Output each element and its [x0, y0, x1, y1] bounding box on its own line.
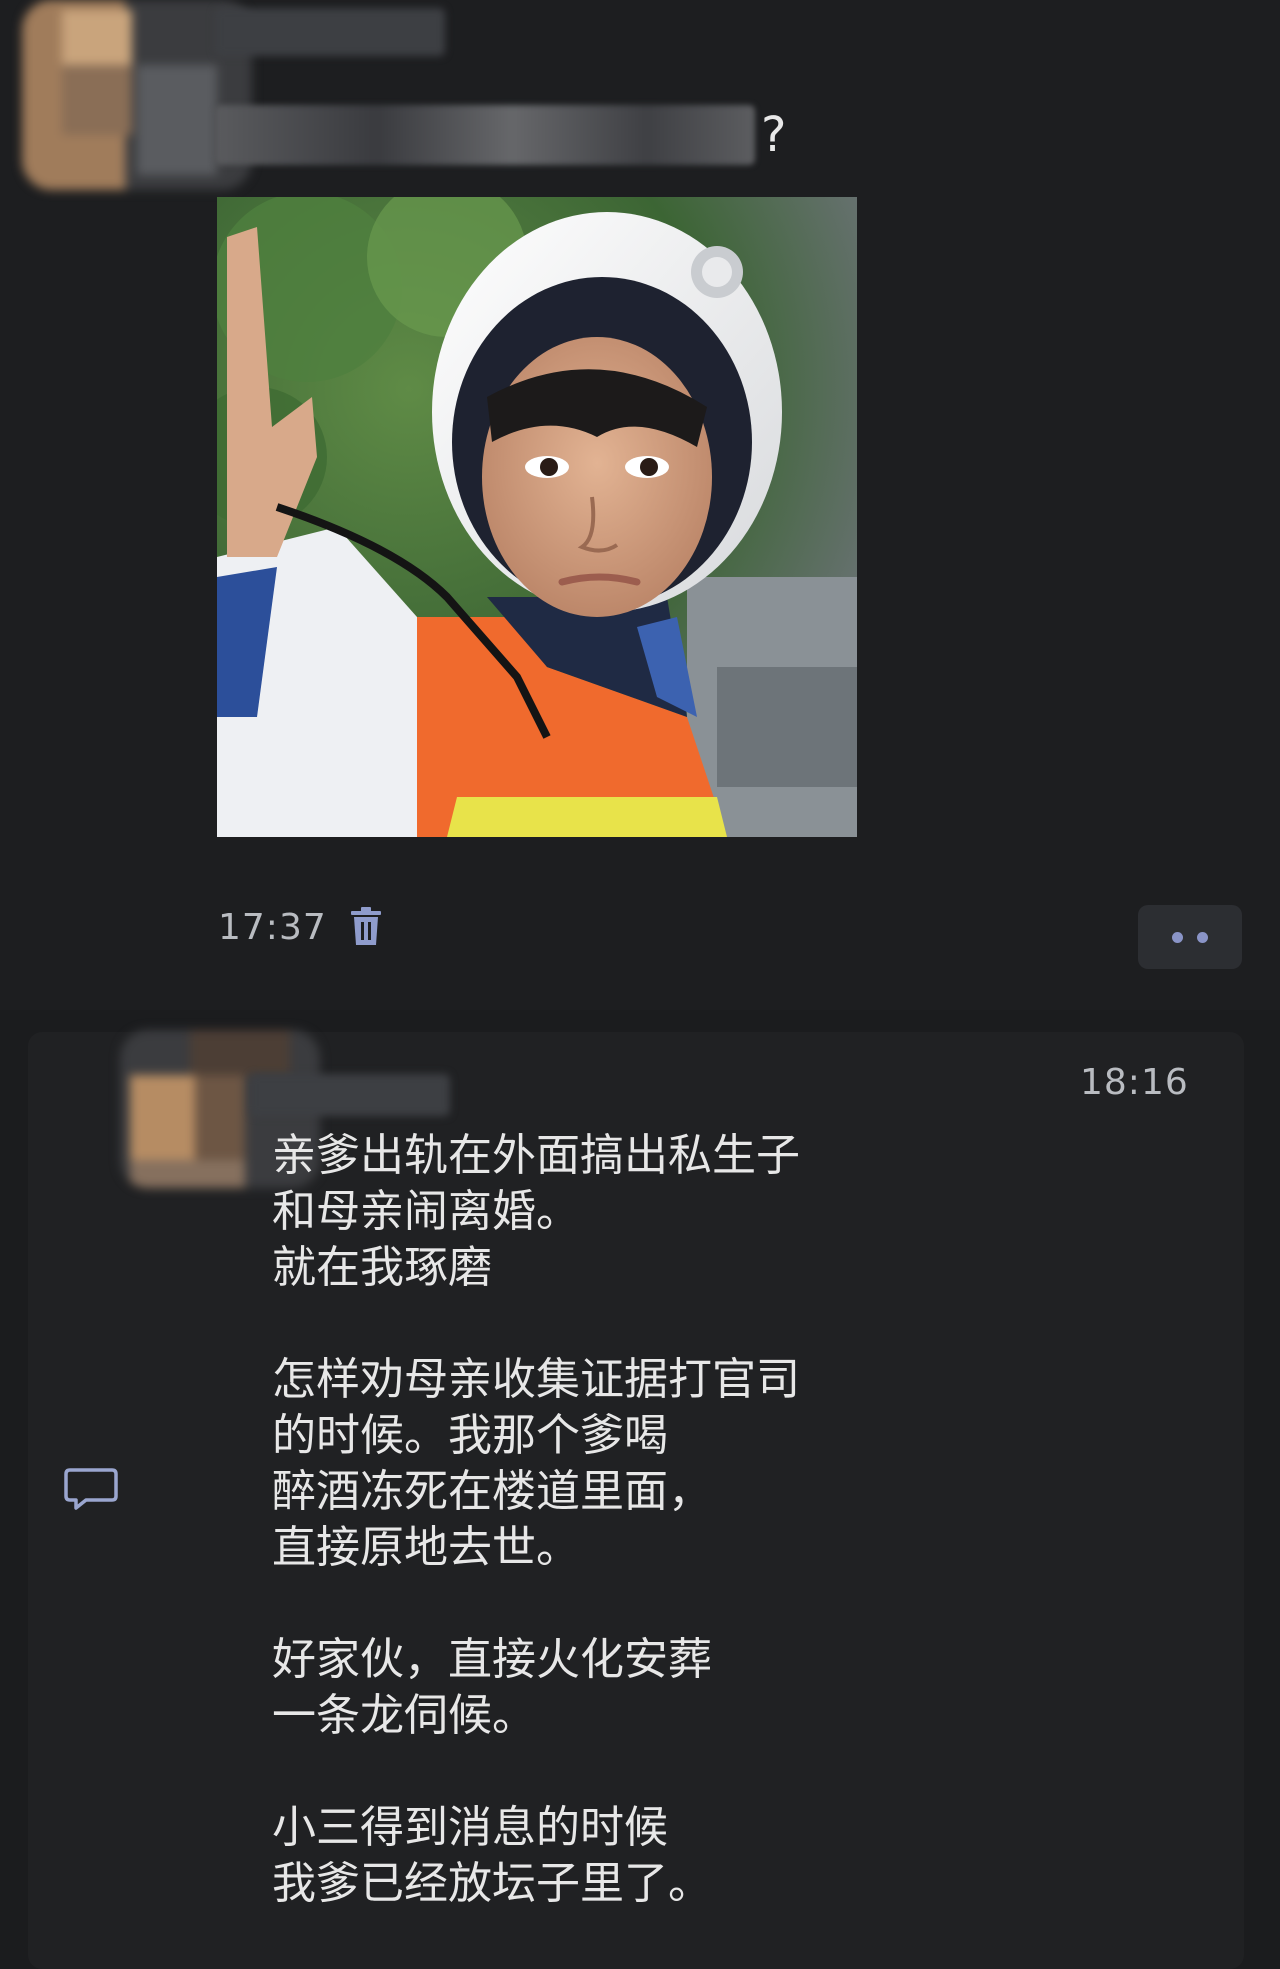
reply-username-blurred [250, 1074, 450, 1116]
post-photo[interactable] [217, 197, 857, 837]
reply-line: 亲爹出轨在外面搞出私生子 [272, 1130, 800, 1181]
reply-line: 一条龙伺候。 [272, 1690, 536, 1741]
reply-line: 和母亲闹离婚。 [272, 1186, 580, 1237]
reply-line: 小三得到消息的时候 [272, 1802, 668, 1853]
more-options-button[interactable] [1138, 905, 1242, 969]
question-mark: ? [761, 107, 787, 163]
reply-body: 亲爹出轨在外面搞出私生子 和母亲闹离婚。 就在我琢磨 怎样劝母亲收集证据打官司 … [272, 1128, 992, 1912]
reply-time: 18:16 [1080, 1062, 1189, 1103]
reply-paragraph: 怎样劝母亲收集证据打官司 的时候。我那个爹喝 醉酒冻死在楼道里面， 直接原地去世… [272, 1352, 992, 1576]
more-options-icon [1172, 931, 1183, 943]
post-question: ? [215, 100, 786, 170]
username-blurred [215, 8, 445, 56]
question-text-blurred [215, 105, 755, 165]
reply-paragraph: 亲爹出轨在外面搞出私生子 和母亲闹离婚。 就在我琢磨 [272, 1128, 992, 1296]
reply-line: 的时候。我那个爹喝 [272, 1410, 668, 1461]
reply-line: 醉酒冻死在楼道里面， [272, 1466, 712, 1517]
reply-line: 怎样劝母亲收集证据打官司 [272, 1354, 800, 1405]
reply-line: 我爹已经放坛子里了。 [272, 1858, 712, 1909]
reply-paragraph: 小三得到消息的时候 我爹已经放坛子里了。 [272, 1800, 992, 1912]
trash-icon[interactable] [349, 907, 383, 947]
chat-page: ? 17:37 18:16 亲爹出轨在外面搞出私生子 和母亲闹离婚。 就在我琢磨… [0, 0, 1280, 1969]
post-meta: 17:37 [218, 903, 383, 951]
reply-line: 直接原地去世。 [272, 1522, 580, 1573]
reply-line: 好家伙，直接火化安葬 [272, 1634, 712, 1685]
reply-paragraph: 好家伙，直接火化安葬 一条龙伺候。 [272, 1632, 992, 1744]
comment-icon[interactable] [64, 1466, 118, 1512]
post-time: 17:37 [218, 906, 327, 948]
reply-line: 就在我琢磨 [272, 1242, 492, 1293]
